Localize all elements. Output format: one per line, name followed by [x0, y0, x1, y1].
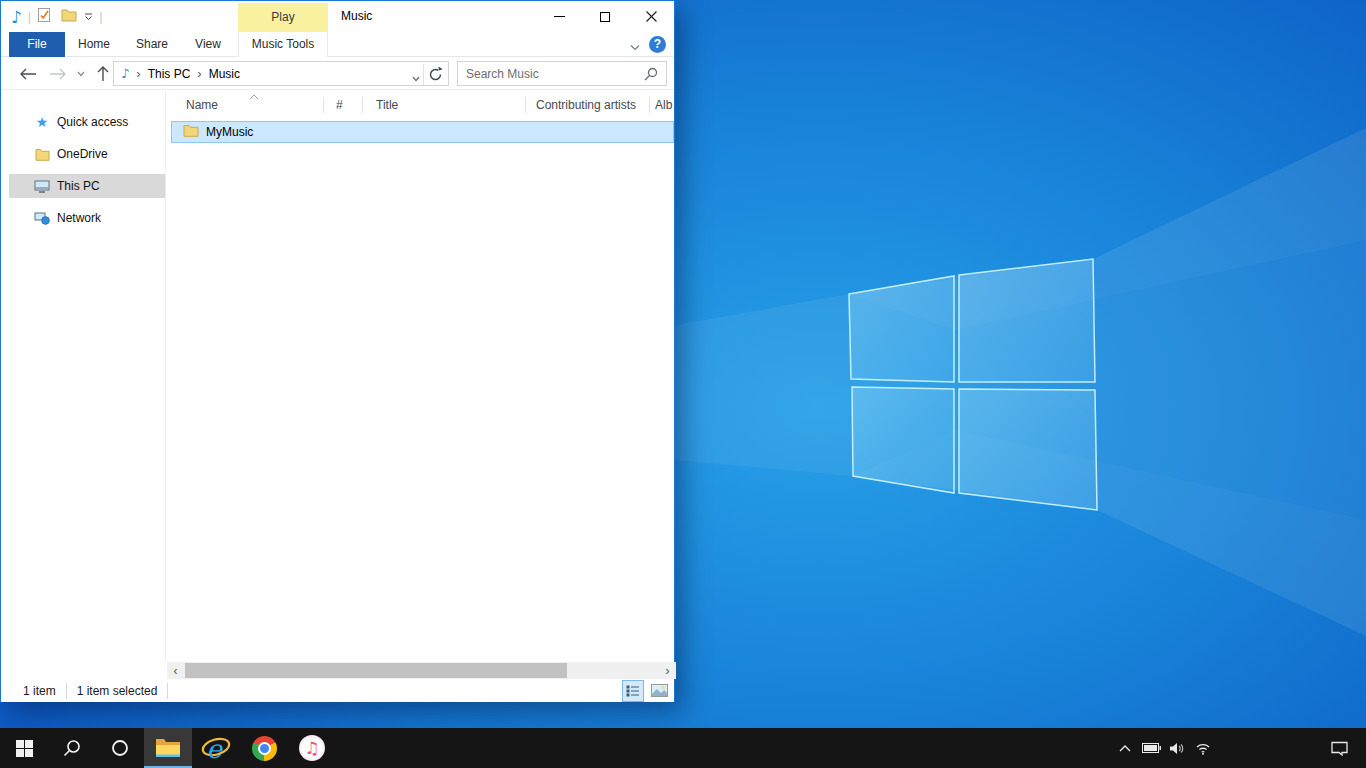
address-bar[interactable]: ♪ › This PC › Music — [113, 61, 449, 86]
window-body: ★ Quick access OneDrive This PC — [1, 91, 674, 662]
address-dropdown-icon[interactable] — [412, 71, 420, 85]
sidebar-item-network[interactable]: Network — [1, 206, 165, 230]
tab-music-tools[interactable]: Music Tools — [238, 32, 328, 57]
selection-count: 1 item selected — [77, 684, 158, 698]
scrollbar-thumb[interactable] — [185, 663, 567, 678]
up-button[interactable] — [92, 57, 114, 90]
breadcrumb-music[interactable]: Music — [209, 67, 240, 81]
action-center-icon[interactable] — [1326, 728, 1352, 768]
status-bar: 1 item 1 item selected — [1, 679, 674, 702]
forward-button[interactable] — [47, 57, 69, 90]
sidebar-item-quick-access[interactable]: ★ Quick access — [1, 110, 165, 134]
sidebar: ★ Quick access OneDrive This PC — [1, 91, 166, 662]
search-box[interactable]: Search Music — [457, 61, 667, 86]
sidebar-item-onedrive[interactable]: OneDrive — [1, 142, 165, 166]
breadcrumb-this-pc[interactable]: This PC — [148, 67, 191, 81]
folder-icon — [183, 124, 199, 140]
taskbar-internet-explorer-button[interactable]: e — [192, 728, 240, 768]
search-icon[interactable] — [641, 57, 661, 90]
help-button[interactable]: ? — [649, 36, 666, 53]
qat-customize-icon[interactable] — [84, 10, 93, 24]
tray-expand-icon[interactable] — [1112, 728, 1138, 768]
close-button[interactable] — [628, 1, 674, 32]
network-icon — [34, 210, 50, 226]
thumbnail-view-button[interactable] — [648, 680, 670, 702]
wifi-icon[interactable] — [1190, 728, 1216, 768]
tab-view[interactable]: View — [181, 32, 235, 57]
start-button[interactable] — [0, 728, 48, 768]
maximize-button[interactable] — [582, 1, 628, 32]
computer-icon — [34, 178, 50, 194]
location-music-icon: ♪ — [121, 66, 129, 81]
battery-icon[interactable] — [1138, 728, 1164, 768]
horizontal-scrollbar[interactable]: ‹ › — [167, 662, 676, 679]
item-count: 1 item — [23, 684, 56, 698]
column-header-name[interactable]: Name — [186, 93, 218, 117]
check-document-icon[interactable] — [37, 7, 52, 26]
navigation-bar: ♪ › This PC › Music Search Music — [1, 57, 674, 90]
column-header-artists[interactable]: Contributing artists — [536, 93, 636, 117]
screen: ♪ | | Play Music — [0, 0, 1366, 768]
column-header-title[interactable]: Title — [376, 93, 398, 117]
file-row-mymusic[interactable]: MyMusic — [171, 121, 674, 143]
scroll-right-icon[interactable]: › — [659, 662, 676, 679]
window-title: Music — [341, 1, 372, 32]
breadcrumb-chevron: › — [136, 66, 140, 81]
sidebar-item-this-pc[interactable]: This PC — [9, 174, 165, 198]
tab-share[interactable]: Share — [123, 32, 181, 57]
breadcrumb-chevron: › — [197, 66, 201, 81]
recent-locations-icon[interactable] — [74, 57, 88, 90]
chrome-icon — [252, 736, 277, 761]
volume-icon[interactable] — [1164, 728, 1190, 768]
new-folder-icon[interactable] — [61, 8, 77, 25]
details-view-button[interactable] — [622, 680, 644, 702]
file-list-pane: Name # Title Contributing artists Alb My… — [167, 91, 674, 662]
minimize-button[interactable] — [536, 1, 582, 32]
taskbar-itunes-button[interactable]: ♫ — [288, 728, 336, 768]
tab-play[interactable]: Play — [238, 3, 328, 32]
explorer-window: ♪ | | Play Music — [0, 0, 675, 702]
music-note-icon: ♪ — [11, 7, 22, 27]
ribbon-tab-row: File Home Share View Music Tools ? — [1, 32, 674, 57]
taskbar: e ♫ — [0, 728, 1366, 768]
back-button[interactable] — [17, 57, 39, 90]
cortana-button[interactable] — [96, 728, 144, 768]
taskbar-file-explorer-button[interactable] — [144, 728, 192, 768]
expand-ribbon-icon[interactable] — [630, 40, 640, 54]
taskbar-chrome-button[interactable] — [240, 728, 288, 768]
onedrive-folder-icon — [34, 146, 50, 162]
tab-file[interactable]: File — [9, 32, 65, 57]
search-placeholder: Search Music — [466, 67, 539, 81]
file-name: MyMusic — [206, 125, 253, 139]
taskbar-search-button[interactable] — [48, 728, 96, 768]
sort-ascending-icon — [249, 89, 259, 103]
quick-access-toolbar: ♪ | | — [11, 1, 109, 32]
star-icon: ★ — [34, 114, 50, 130]
system-tray — [1112, 728, 1366, 768]
title-bar[interactable]: ♪ | | Play Music — [1, 1, 674, 32]
refresh-button[interactable] — [426, 65, 445, 84]
scroll-left-icon[interactable]: ‹ — [167, 662, 184, 679]
itunes-icon: ♫ — [299, 735, 325, 761]
column-header-number[interactable]: # — [336, 93, 343, 117]
column-header-album[interactable]: Alb — [655, 93, 672, 117]
svg-text:e: e — [207, 734, 224, 762]
tab-home[interactable]: Home — [65, 32, 123, 57]
